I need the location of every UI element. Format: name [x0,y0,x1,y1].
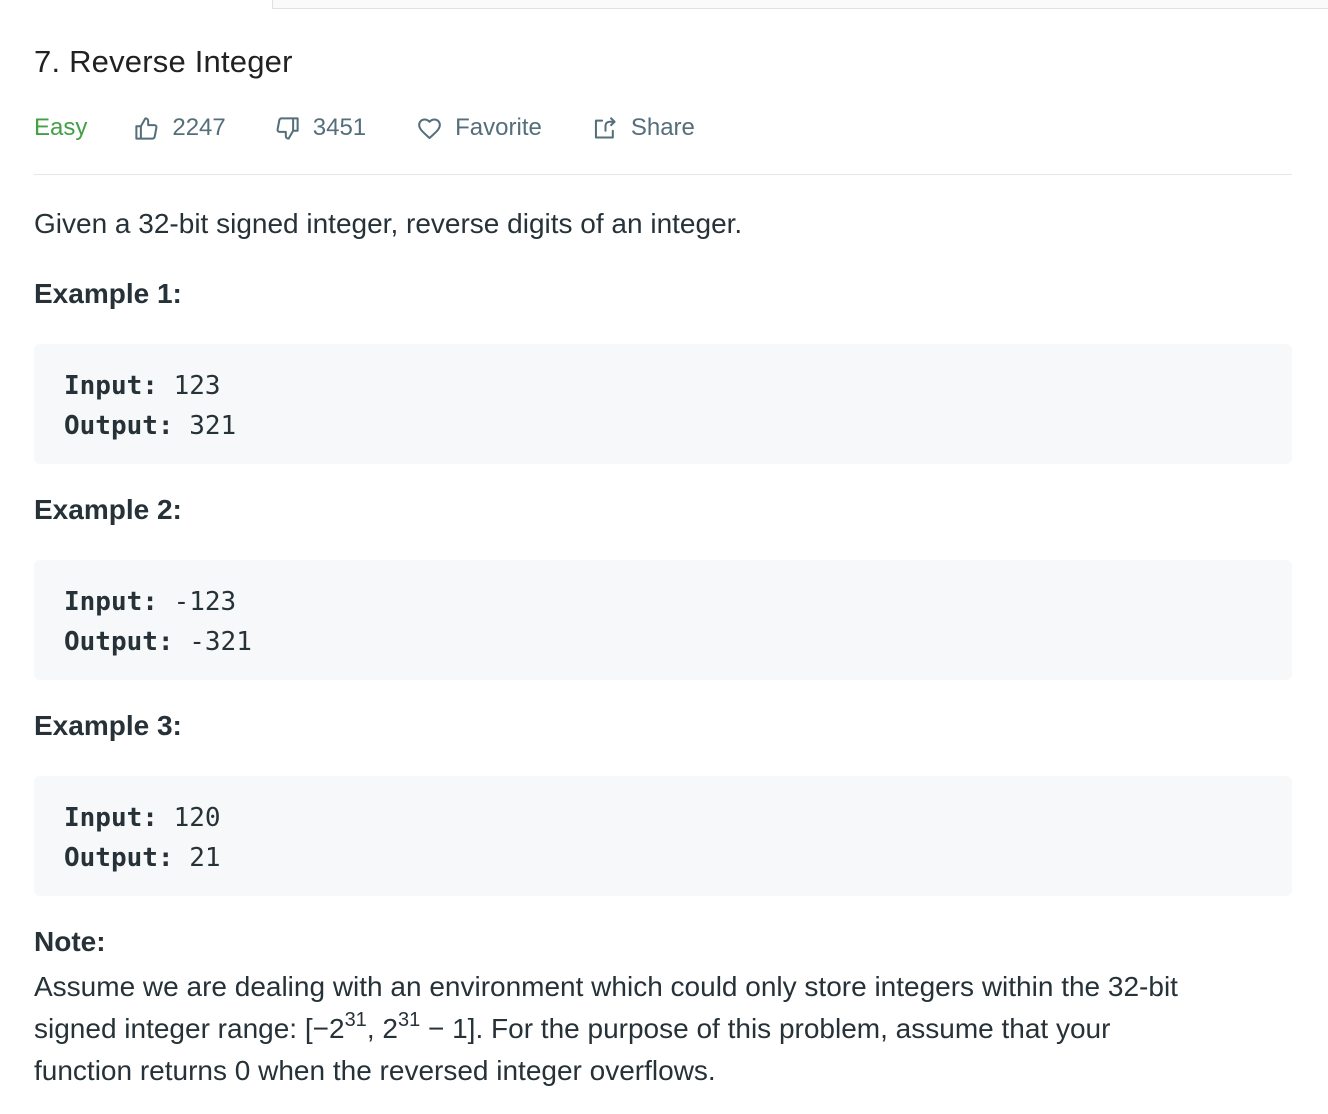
output-value: 21 [173,843,221,873]
input-label: Input: [64,371,158,401]
note-line: signed integer range: [−231, 231 − 1]. F… [34,1008,1292,1050]
example-title: Example 1: [34,278,182,309]
problem-title: 7. Reverse Integer [34,44,293,79]
difficulty-badge: Easy [34,114,88,141]
note-range-mid: , 2 [366,1013,398,1044]
output-label: Output: [64,627,174,657]
note-line: Assume we are dealing with an environmen… [34,971,1178,1002]
note-title: Note: [34,926,106,957]
like-button[interactable]: 2247 [133,114,226,142]
problem-meta-bar: Easy 2247 3451 Favorite Share [34,110,695,146]
exponent: 31 [397,1008,421,1031]
problem-statement: Given a 32-bit signed integer, reverse d… [34,208,743,239]
divider [34,174,1292,175]
dislike-count: 3451 [312,114,367,141]
note-line: function returns 0 when the reversed int… [34,1055,716,1086]
input-value: 120 [157,803,221,833]
dislike-button[interactable]: 3451 [274,114,366,142]
share-icon [594,116,616,139]
input-label: Input: [64,587,158,617]
output-label: Output: [64,843,174,873]
example-code-block: Input: 123 Output: 321 [34,344,1292,464]
favorite-label: Favorite [455,114,542,141]
input-label: Input: [64,803,158,833]
note-text: Assume we are dealing with an environmen… [34,966,1292,1092]
input-value: 123 [157,371,221,401]
output-value: 321 [173,411,237,441]
example-title: Example 2: [34,494,182,525]
output-value: -321 [173,627,252,657]
note-range-suffix: − 1]. For the purpose of this problem, a… [420,1013,1111,1044]
example-code-block: Input: -123 Output: -321 [34,560,1292,680]
thumbs-down-icon [276,116,299,140]
top-panel-edge [272,0,1328,9]
example-code-block: Input: 120 Output: 21 [34,776,1292,896]
exponent: 31 [344,1008,367,1031]
note-range-prefix: signed integer range: [−2 [34,1013,345,1044]
example-title: Example 3: [34,710,182,741]
share-label: Share [630,114,695,141]
like-count: 2247 [172,114,226,141]
output-label: Output: [64,411,174,441]
share-button[interactable]: Share [592,114,695,142]
heart-icon [418,117,442,139]
favorite-button[interactable]: Favorite [416,114,542,142]
input-value: -123 [157,587,237,617]
thumbs-up-icon [135,116,158,140]
